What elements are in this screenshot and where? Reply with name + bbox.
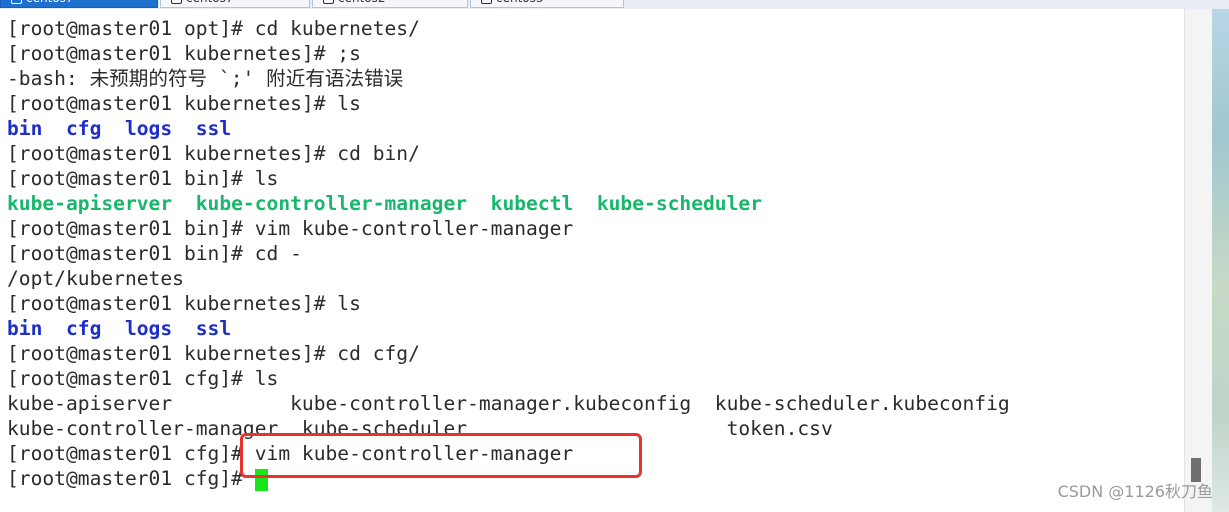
terminal-line: [root@master01 kubernetes]# cd bin/: [7, 142, 420, 165]
ls-entry-exe: kube-controller-manager: [195, 192, 468, 215]
ls-entry-dir: cfg: [65, 117, 102, 140]
terminal-line: kube-apiserver kube-controller-manager.k…: [7, 392, 1010, 415]
terminal-line: [root@master01 cfg]# ls: [7, 367, 279, 390]
tab-label: centos3: [496, 0, 544, 5]
terminal-icon: [11, 0, 22, 4]
terminal-line-error: -bash: 未预期的符号 `;' 附近有语法错误: [7, 67, 404, 90]
terminal-line: [root@master01 kubernetes]# ls: [7, 292, 361, 315]
ls-entry-dir: cfg: [65, 317, 102, 340]
ls-entry-exe: kubectl: [490, 192, 574, 215]
terminal-line: [root@master01 bin]# ls: [7, 167, 279, 190]
tab-session-3[interactable]: centos2: [312, 0, 468, 8]
tab-label: centos7: [186, 0, 234, 5]
ls-entry-dir: bin: [7, 117, 43, 140]
vertical-scrollbar[interactable]: [1184, 9, 1213, 512]
ls-entry-dir: ssl: [195, 117, 232, 140]
annotation-highlight-box: [240, 433, 642, 478]
ls-output-line: bin cfg logs ssl: [7, 116, 1010, 141]
terminal-icon: [323, 0, 334, 4]
ls-entry-exe: kube-scheduler: [596, 192, 762, 215]
watermark: CSDN @1126秋刀鱼: [1057, 482, 1213, 501]
terminal-line: [root@master01 opt]# cd kubernetes/: [7, 17, 420, 40]
terminal-line: [root@master01 bin]# cd -: [7, 242, 302, 265]
ls-entry-dir: bin: [7, 317, 43, 340]
tab-session-1[interactable]: centos7: [0, 0, 158, 8]
terminal-line: [root@master01 kubernetes]# ;s: [7, 42, 361, 65]
tab-session-4[interactable]: centos3: [470, 0, 624, 8]
tab-session-2[interactable]: centos7: [160, 0, 310, 8]
ls-entry-dir: logs: [124, 117, 173, 140]
ls-entry-exe: kube-apiserver: [7, 192, 173, 215]
prompt-text: [root@master01 cfg]#: [7, 467, 255, 490]
terminal-line: [root@master01 kubernetes]# ls: [7, 92, 361, 115]
terminal-line: [root@master01 bin]# vim kube-controller…: [7, 217, 574, 240]
ls-output-line: bin cfg logs ssl: [7, 316, 1010, 341]
terminal-icon: [481, 0, 492, 4]
terminal-line: /opt/kubernetes: [7, 267, 184, 290]
tab-label: centos7: [26, 0, 74, 5]
terminal-line: [root@master01 kubernetes]# cd cfg/: [7, 342, 420, 365]
desktop-background: [1212, 9, 1229, 512]
ls-output-line: kube-apiserver kube-controller-manager k…: [7, 191, 1010, 216]
ls-entry-dir: logs: [124, 317, 173, 340]
ls-entry-dir: ssl: [195, 317, 232, 340]
terminal-icon: [171, 0, 182, 4]
tab-label: centos2: [338, 0, 386, 5]
